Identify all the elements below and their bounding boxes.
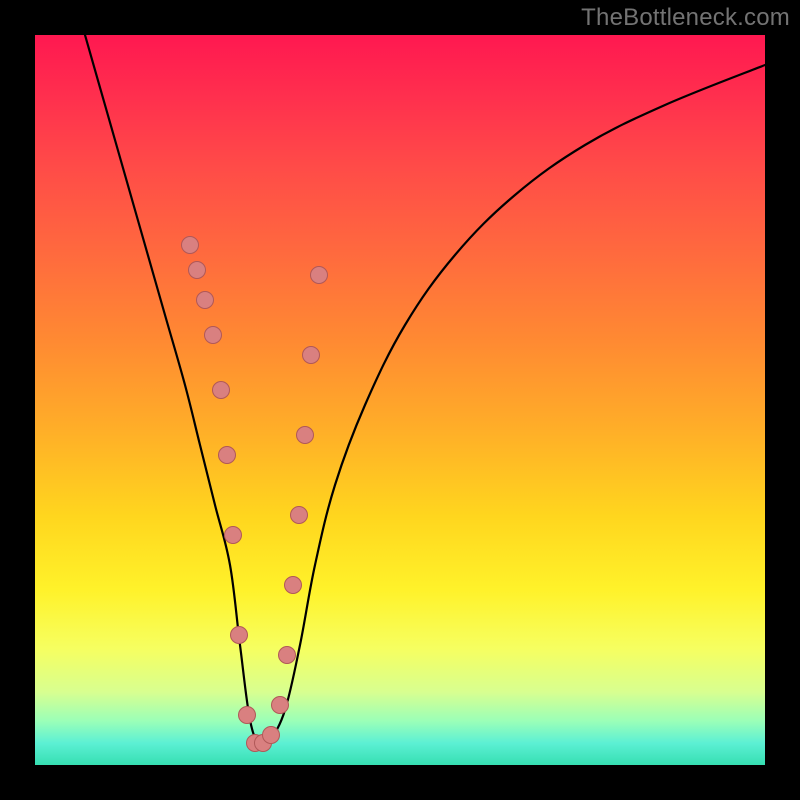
marker-point — [239, 707, 256, 724]
marker-point — [263, 727, 280, 744]
marker-point — [311, 267, 328, 284]
marker-point — [279, 647, 296, 664]
marker-point — [285, 577, 302, 594]
marker-point — [225, 527, 242, 544]
marker-point — [205, 327, 222, 344]
plot-area — [35, 35, 765, 765]
bottleneck-curve — [85, 35, 765, 747]
marker-point — [189, 262, 206, 279]
marker-point — [197, 292, 214, 309]
marker-point — [231, 627, 248, 644]
chart-stage: TheBottleneck.com — [0, 0, 800, 800]
marker-point — [213, 382, 230, 399]
highlight-markers — [182, 237, 328, 752]
marker-point — [182, 237, 199, 254]
curve-layer — [35, 35, 765, 765]
watermark-label: TheBottleneck.com — [581, 4, 790, 32]
marker-point — [297, 427, 314, 444]
marker-point — [303, 347, 320, 364]
marker-point — [272, 697, 289, 714]
marker-point — [291, 507, 308, 524]
marker-point — [219, 447, 236, 464]
